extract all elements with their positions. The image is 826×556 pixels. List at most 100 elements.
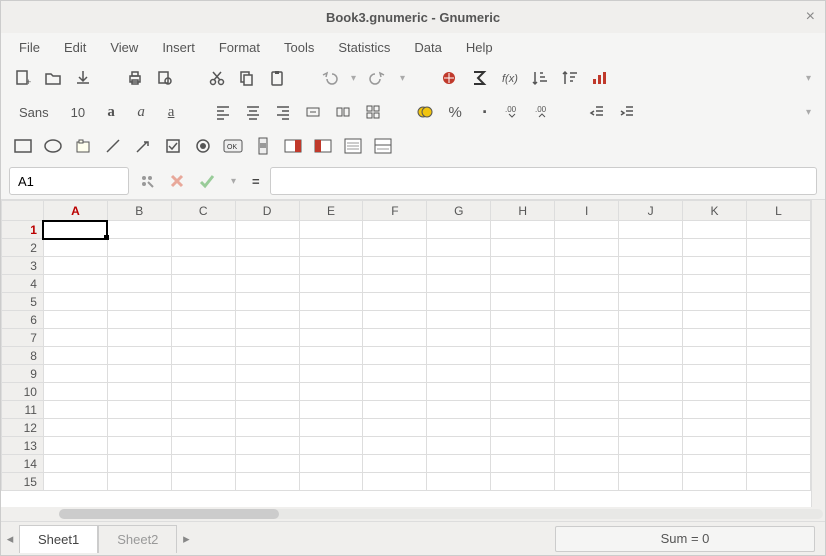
scrollbar-icon[interactable] (249, 132, 277, 160)
cell[interactable] (619, 221, 683, 239)
cell[interactable] (619, 365, 683, 383)
function-icon[interactable]: f(x) (495, 64, 523, 92)
menu-format[interactable]: Format (209, 36, 270, 59)
cell[interactable] (555, 329, 619, 347)
cell[interactable] (107, 455, 171, 473)
cell[interactable] (171, 293, 235, 311)
align-right-icon[interactable] (269, 98, 297, 126)
cell[interactable] (427, 347, 491, 365)
cell[interactable] (171, 257, 235, 275)
checkbox-icon[interactable] (159, 132, 187, 160)
cell[interactable] (491, 401, 555, 419)
cell[interactable] (619, 239, 683, 257)
thousands-icon[interactable]: · (471, 98, 499, 126)
menu-help[interactable]: Help (456, 36, 503, 59)
cell[interactable] (299, 365, 363, 383)
cell[interactable] (299, 347, 363, 365)
sheet-tab-2[interactable]: Sheet2 (98, 525, 177, 553)
cell[interactable] (491, 311, 555, 329)
bold-icon[interactable]: a (97, 98, 125, 126)
redo-icon[interactable] (364, 64, 392, 92)
cell[interactable] (427, 473, 491, 491)
cell[interactable] (43, 455, 107, 473)
cell[interactable] (746, 419, 810, 437)
cell[interactable] (683, 437, 747, 455)
copy-icon[interactable] (233, 64, 261, 92)
menu-insert[interactable]: Insert (152, 36, 205, 59)
cell[interactable] (746, 221, 810, 239)
row-header[interactable]: 4 (2, 275, 44, 293)
row-header[interactable]: 14 (2, 455, 44, 473)
cell[interactable] (235, 293, 299, 311)
goto-icon[interactable] (135, 169, 159, 193)
sort-desc-icon[interactable] (555, 64, 583, 92)
cell[interactable] (746, 365, 810, 383)
cell[interactable] (555, 383, 619, 401)
save-icon[interactable] (69, 64, 97, 92)
close-icon[interactable]: × (806, 8, 815, 26)
cell[interactable] (235, 275, 299, 293)
cell[interactable] (746, 329, 810, 347)
cell[interactable] (619, 257, 683, 275)
cell[interactable] (171, 401, 235, 419)
cell[interactable] (427, 383, 491, 401)
cell[interactable] (555, 257, 619, 275)
menu-file[interactable]: File (9, 36, 50, 59)
cell[interactable] (683, 455, 747, 473)
cell[interactable] (619, 437, 683, 455)
equals-icon[interactable]: = (248, 174, 264, 189)
cell[interactable] (683, 275, 747, 293)
column-header[interactable]: L (746, 201, 810, 221)
column-header[interactable]: B (107, 201, 171, 221)
cell[interactable] (299, 329, 363, 347)
cell[interactable] (619, 473, 683, 491)
cell[interactable] (43, 401, 107, 419)
sum-icon[interactable] (465, 64, 493, 92)
center-across-icon[interactable] (299, 98, 327, 126)
row-header[interactable]: 13 (2, 437, 44, 455)
cell[interactable] (363, 383, 427, 401)
cell[interactable] (235, 365, 299, 383)
sheet-next-icon[interactable]: ▸ (177, 522, 195, 555)
cell[interactable] (427, 239, 491, 257)
cell[interactable] (235, 437, 299, 455)
button-icon[interactable]: OK (219, 132, 247, 160)
column-header[interactable]: A (43, 201, 107, 221)
cell[interactable] (43, 329, 107, 347)
cell[interactable] (235, 455, 299, 473)
align-center-icon[interactable] (239, 98, 267, 126)
merge-cells-icon[interactable] (329, 98, 357, 126)
cell[interactable] (619, 275, 683, 293)
spin-icon[interactable] (279, 132, 307, 160)
cell[interactable] (235, 473, 299, 491)
cell[interactable] (299, 437, 363, 455)
new-icon[interactable]: + (9, 64, 37, 92)
row-header[interactable]: 8 (2, 347, 44, 365)
cell[interactable] (363, 419, 427, 437)
cell[interactable] (491, 473, 555, 491)
cell[interactable] (683, 419, 747, 437)
menu-statistics[interactable]: Statistics (328, 36, 400, 59)
cell[interactable] (43, 275, 107, 293)
cell[interactable] (427, 419, 491, 437)
cell[interactable] (363, 311, 427, 329)
cell[interactable] (299, 221, 363, 239)
cell[interactable] (107, 311, 171, 329)
cell[interactable] (491, 239, 555, 257)
decrease-indent-icon[interactable] (583, 98, 611, 126)
cell[interactable] (427, 311, 491, 329)
decrease-decimals-icon[interactable]: .00 (531, 98, 559, 126)
cell[interactable] (363, 347, 427, 365)
cell[interactable] (683, 257, 747, 275)
cell[interactable] (363, 239, 427, 257)
cell[interactable] (235, 347, 299, 365)
cell[interactable] (299, 257, 363, 275)
cell[interactable] (235, 239, 299, 257)
cell[interactable] (363, 221, 427, 239)
cell[interactable] (491, 275, 555, 293)
cell[interactable] (107, 221, 171, 239)
cell[interactable] (235, 311, 299, 329)
cell[interactable] (427, 329, 491, 347)
row-header[interactable]: 3 (2, 257, 44, 275)
cell[interactable] (746, 401, 810, 419)
